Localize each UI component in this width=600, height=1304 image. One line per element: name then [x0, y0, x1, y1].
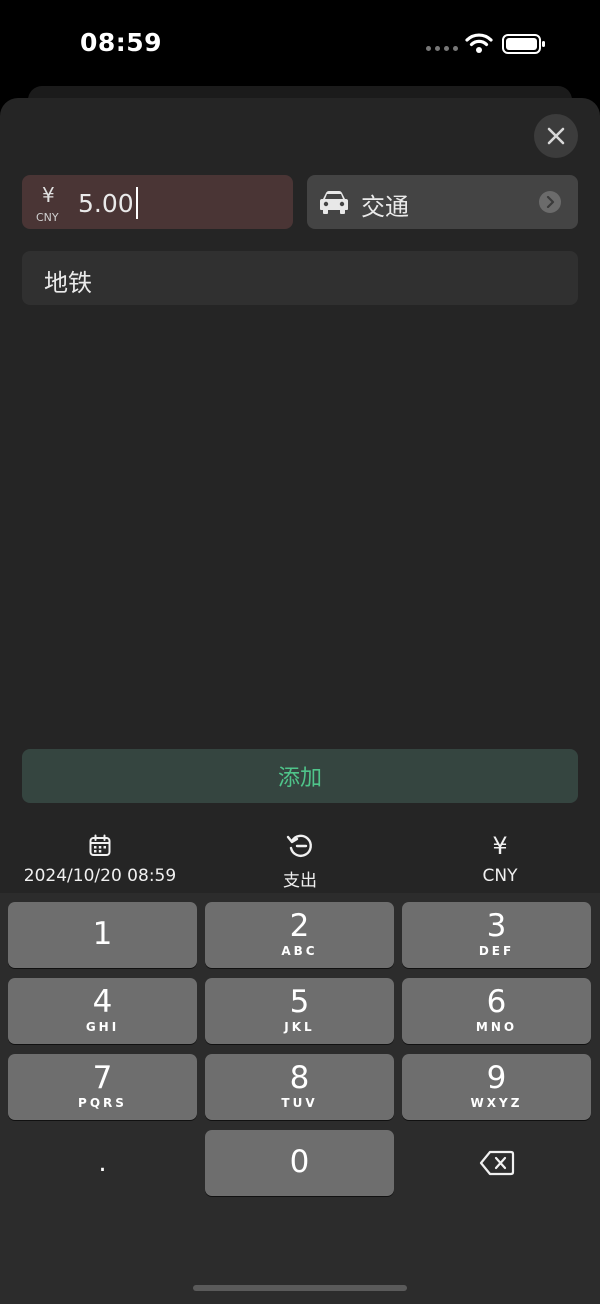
category-selector[interactable]: 交通 [307, 175, 578, 229]
backspace-icon [479, 1150, 514, 1176]
amount-field[interactable]: ¥ CNY 5.00 [22, 175, 293, 229]
chevron-right-icon [539, 191, 561, 213]
entry-toolbar: 2024/10/20 08:59 支出 ¥ CNY [0, 828, 600, 894]
currency-button[interactable]: ¥ CNY [400, 828, 600, 886]
currency-symbol: ¥ [42, 183, 55, 207]
text-cursor [135, 187, 138, 219]
key-2[interactable]: 2 ABC [205, 902, 394, 968]
close-button[interactable] [534, 114, 578, 158]
key-0[interactable]: 0 [205, 1130, 394, 1196]
screen: 08:59 ¥ CNY 5.00 交通 地铁 添加 2024/10/20 08:… [0, 0, 600, 1304]
note-input[interactable]: 地铁 [22, 251, 578, 305]
status-bar: 08:59 [0, 0, 600, 86]
signal-icon [426, 46, 458, 51]
battery-icon [502, 34, 545, 54]
key-1[interactable]: 1 [8, 902, 197, 968]
car-icon [320, 191, 348, 214]
home-indicator[interactable] [193, 1285, 407, 1291]
key-3[interactable]: 3 DEF [402, 902, 591, 968]
wifi-icon [465, 33, 493, 53]
key-decimal[interactable]: . [8, 1130, 197, 1196]
close-icon [547, 127, 565, 145]
key-9[interactable]: 9 WXYZ [402, 1054, 591, 1120]
type-label: 支出 [283, 871, 317, 891]
date-picker-button[interactable]: 2024/10/20 08:59 [0, 828, 200, 886]
history-icon [286, 834, 312, 857]
numeric-keypad: 1 2 ABC 3 DEF 4 GHI 5 JKL 6 MNO 7 PQRS 8… [0, 893, 600, 1304]
category-label: 交通 [361, 193, 409, 221]
key-5[interactable]: 5 JKL [205, 978, 394, 1044]
amount-input[interactable]: 5.00 [78, 187, 138, 219]
yen-icon: ¥ [492, 832, 508, 860]
date-label: 2024/10/20 08:59 [23, 866, 177, 886]
currency-code: CNY [36, 211, 59, 224]
status-time: 08:59 [80, 28, 163, 57]
key-6[interactable]: 6 MNO [402, 978, 591, 1044]
amount-value: 5.00 [78, 188, 134, 218]
key-7[interactable]: 7 PQRS [8, 1054, 197, 1120]
note-text: 地铁 [44, 269, 92, 297]
calendar-icon [89, 834, 111, 856]
currency-label: CNY [482, 866, 518, 886]
backspace-key[interactable] [402, 1130, 591, 1196]
transaction-type-button[interactable]: 支出 [200, 828, 400, 891]
add-button[interactable]: 添加 [22, 749, 578, 803]
key-4[interactable]: 4 GHI [8, 978, 197, 1044]
key-8[interactable]: 8 TUV [205, 1054, 394, 1120]
